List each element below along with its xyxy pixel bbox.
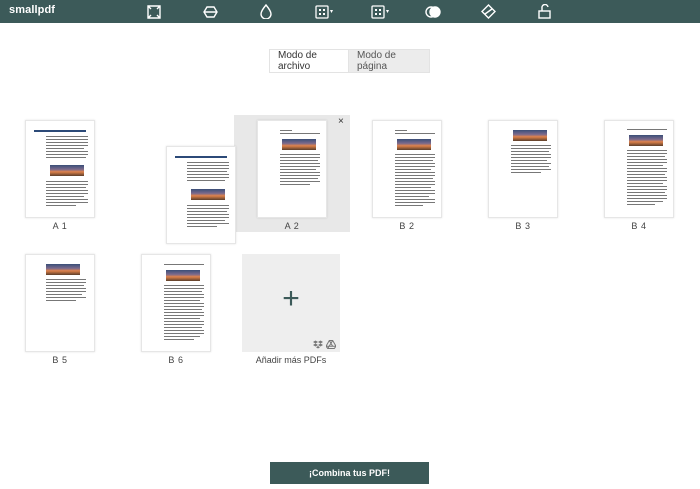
mode-toggle: Modo de archivo Modo de página xyxy=(269,49,430,73)
add-pdfs-label[interactable]: Añadir más PDFs xyxy=(240,355,342,365)
page-thumbnail-a2[interactable] xyxy=(257,120,327,218)
chevron-down-icon[interactable]: ▾ xyxy=(386,8,389,15)
grid-tool-icon[interactable]: ▾ xyxy=(315,3,333,20)
combine-pdf-button[interactable]: ¡Combina tus PDF! xyxy=(270,462,429,484)
page-label-b3: B 3 xyxy=(515,221,531,231)
page-thumbnail-b2[interactable] xyxy=(372,120,442,218)
top-bar: smallpdf ▾ ▾ xyxy=(0,0,700,23)
page-thumbnail-b5[interactable] xyxy=(25,254,95,352)
merge-circles-icon[interactable] xyxy=(425,3,441,20)
page-thumbnail-b6[interactable] xyxy=(141,254,211,352)
page-label-b4: B 4 xyxy=(631,221,647,231)
dropbox-icon[interactable] xyxy=(313,336,323,354)
add-icon[interactable]: + xyxy=(242,282,340,316)
google-drive-icon[interactable] xyxy=(325,336,337,354)
page-label-a1: A 1 xyxy=(52,221,68,231)
dragging-page-thumbnail[interactable] xyxy=(166,146,236,244)
smallpdf-logo[interactable]: smallpdf xyxy=(9,4,55,16)
eraser-icon[interactable] xyxy=(203,3,218,20)
compress-icon[interactable] xyxy=(147,3,161,20)
page-thumbnail-b3[interactable] xyxy=(488,120,558,218)
page-mode-button[interactable]: Modo de página xyxy=(349,49,430,73)
page-label-a2: A 2 xyxy=(284,221,300,231)
page-thumbnail-a1[interactable] xyxy=(25,120,95,218)
page-label-b2: B 2 xyxy=(399,221,415,231)
grid-tool-2-icon[interactable]: ▾ xyxy=(371,3,389,20)
drop-icon[interactable] xyxy=(260,3,272,20)
page-label-b5: B 5 xyxy=(52,355,68,365)
page-label-b6: B 6 xyxy=(168,355,184,365)
close-icon[interactable]: × xyxy=(338,116,344,127)
chevron-down-icon[interactable]: ▾ xyxy=(330,8,333,15)
page-thumbnail-b4[interactable] xyxy=(604,120,674,218)
unlock-icon[interactable] xyxy=(538,3,551,20)
add-pdfs-tile[interactable]: + xyxy=(242,254,340,352)
sign-icon[interactable] xyxy=(481,3,496,20)
file-mode-button[interactable]: Modo de archivo xyxy=(269,49,349,73)
